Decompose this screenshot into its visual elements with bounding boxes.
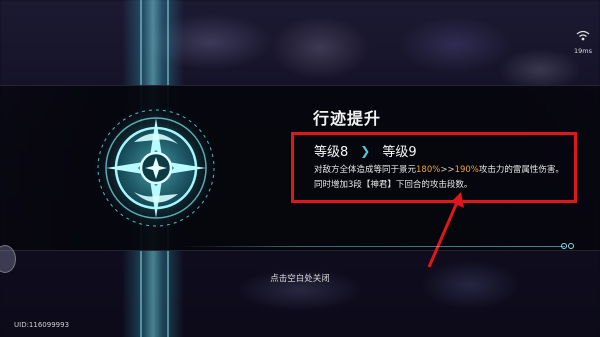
close-hint[interactable]: 点击空白处关闭 [0,272,600,284]
lightning-compass-emblem [94,106,218,230]
annotation-arrow-icon [427,192,464,268]
latency-text: 19ms [574,47,592,55]
dialog-title: 行迹提升 [313,109,382,128]
divider-dot [561,243,567,249]
panel-divider [180,246,565,247]
divider-dot [568,243,574,249]
wifi-signal-icon [576,30,590,41]
uid-label: UID:116099993 [14,321,70,329]
network-status: 19ms [571,26,595,55]
